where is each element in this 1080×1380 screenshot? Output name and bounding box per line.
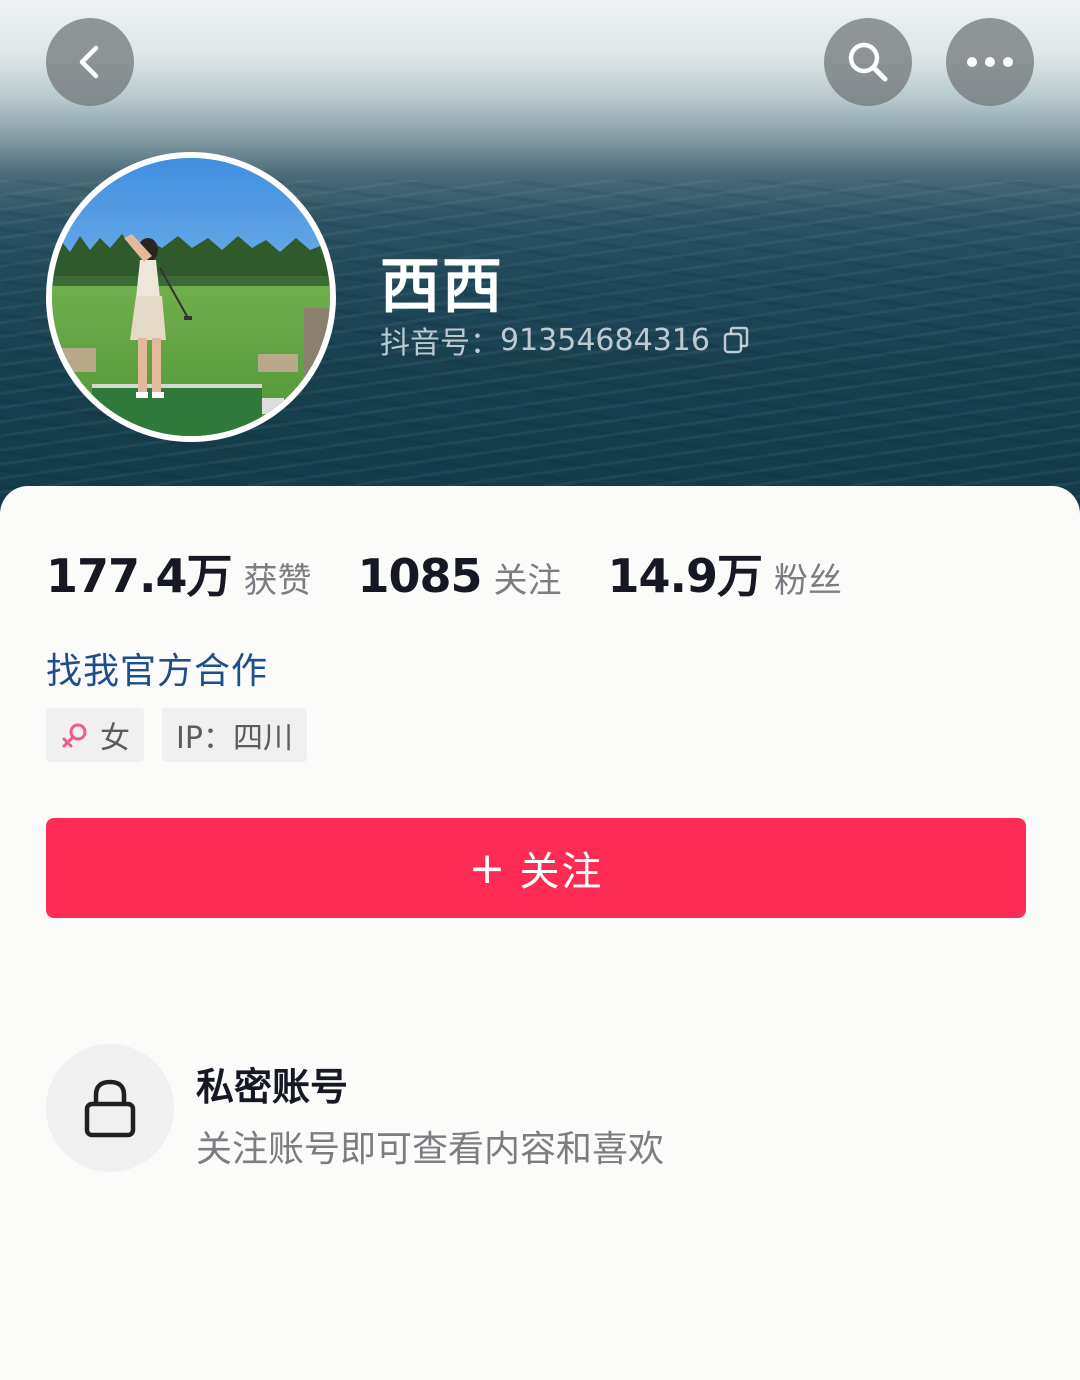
back-button[interactable] (46, 18, 134, 106)
followers-label: 粉丝 (774, 561, 843, 601)
following-label: 关注 (493, 561, 562, 601)
private-account-description: 关注账号即可查看内容和喜欢 (196, 1129, 665, 1170)
stats-row: 177.4万 获赞 1085 关注 14.9万 粉丝 (46, 540, 888, 606)
more-icon (967, 57, 1013, 67)
back-icon (79, 45, 99, 79)
account-id-label: 抖音号： (380, 326, 500, 361)
lock-icon (84, 1079, 136, 1138)
search-button[interactable] (824, 18, 912, 106)
ip-location-tag: IP：四川 (162, 708, 307, 762)
profile-page: 西西 抖音号： 91354684316 177.4万 获赞 1085 关注 14… (0, 0, 1080, 1380)
username: 西西 (380, 252, 504, 322)
private-account-title: 私密账号 (196, 1065, 349, 1109)
more-button[interactable] (946, 18, 1034, 106)
search-icon (848, 42, 888, 82)
female-icon (60, 720, 90, 750)
followers-stat[interactable]: 14.9万 粉丝 (608, 540, 843, 606)
account-id-value: 91354684316 (500, 322, 710, 358)
follow-button[interactable]: + 关注 (46, 818, 1026, 918)
profile-card (0, 486, 1080, 1380)
gender-tag: 女 (46, 708, 144, 762)
followers-count: 14.9万 (607, 549, 763, 603)
copy-icon[interactable] (722, 325, 750, 355)
cooperation-link[interactable]: 找我官方合作 (46, 642, 268, 694)
lock-badge (46, 1044, 174, 1172)
account-id-row: 抖音号： 91354684316 (380, 318, 750, 362)
following-count: 1085 (357, 549, 483, 603)
plus-icon: + (468, 842, 508, 894)
likes-label: 获赞 (243, 561, 312, 601)
avatar[interactable] (46, 152, 336, 442)
following-stat[interactable]: 1085 关注 (358, 549, 562, 603)
likes-stat[interactable]: 177.4万 获赞 (46, 540, 312, 606)
likes-count: 177.4万 (46, 549, 233, 603)
ip-location-label: IP：四川 (176, 721, 293, 756)
avatar-photo (52, 158, 330, 436)
gender-label: 女 (100, 721, 130, 756)
follow-button-label: 关注 (519, 849, 604, 895)
profile-tags: 女 IP：四川 (46, 708, 325, 762)
